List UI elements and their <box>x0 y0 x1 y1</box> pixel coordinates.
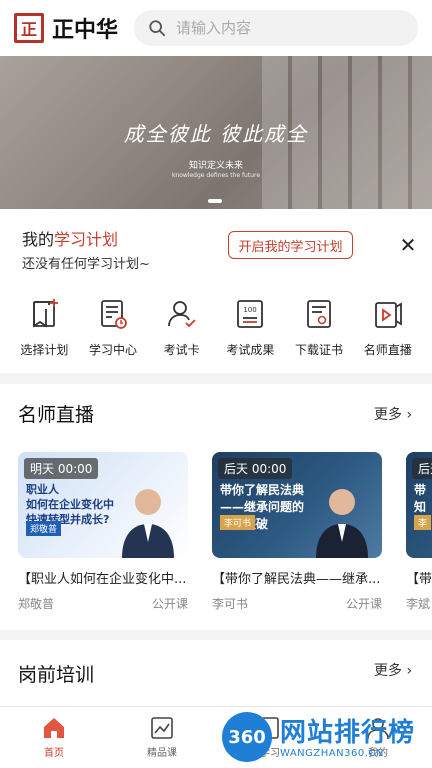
live-card-title: 【带 <box>406 572 432 587</box>
course-type: 公开课 <box>345 597 382 611</box>
banner-subtitle: 知识定义未来 <box>188 161 243 171</box>
section-title: 岗前培训 <box>18 664 95 686</box>
course-type: 公开课 <box>151 597 188 611</box>
teacher-tag: 李可书 <box>220 515 256 530</box>
watermark-text: 网站排行榜 <box>280 718 416 748</box>
live-card[interactable]: 明天 00:00 职业人 如何在企业变化中 快速转型并成长? 郑敬普 【职业人如何在… <box>18 452 188 612</box>
banner-subtitle-en: knowledge defines the future <box>171 172 261 179</box>
plan-title-prefix: 我的 <box>22 230 55 249</box>
search-bar[interactable] <box>134 10 418 46</box>
live-card-meta: 郑敬普 公开课 <box>18 595 188 612</box>
live-section: 名师直播 更多 › 明天 00:00 职业人 如何在企业变化中 快速转型并成长? 郑… <box>0 384 432 630</box>
more-label: 更多 <box>374 407 402 423</box>
thumb-line: 带 <box>414 483 427 497</box>
study-plan-card: 我的学习计划 还没有任何学习计划~ 开启我的学习计划 ✕ <box>0 209 432 283</box>
exam-result-icon: 100 <box>237 300 264 328</box>
search-input[interactable] <box>176 19 377 37</box>
app-name: 正中华 <box>52 18 119 43</box>
live-thumbnail[interactable]: 明天 00:00 职业人 如何在企业变化中 快速转型并成长? 郑敬普 <box>18 452 188 558</box>
teacher-name: 李斌 <box>406 597 431 611</box>
thumb-line: 知 <box>414 500 427 514</box>
action-label: 选择计划 <box>20 343 69 357</box>
action-live[interactable]: 名师直播 <box>353 283 422 373</box>
teacher-name: 郑敬普 <box>18 597 55 611</box>
thumbnail-text: 带知 <box>414 482 426 516</box>
logo-glyph: 正 <box>20 20 37 39</box>
live-card-title: 【带你了解民法典——继承... <box>212 572 381 587</box>
time-badge: 明天 00:00 <box>24 458 99 479</box>
thumb-line: 如何在企业变化中 <box>26 498 114 511</box>
training-section: 岗前培训 更多 › <box>0 640 432 706</box>
tab-label: 精品课 <box>147 748 177 759</box>
tab-home[interactable]: 首页 <box>0 707 108 768</box>
svg-text:100: 100 <box>244 306 257 314</box>
plan-add-icon <box>33 299 59 328</box>
action-exam-result[interactable]: 100 考试成果 <box>216 283 285 373</box>
teacher-photo <box>122 489 174 558</box>
live-thumbnail[interactable]: 后天 带知 李 <box>406 452 432 558</box>
live-card-meta: 李斌 <box>406 595 432 612</box>
plan-title-highlight: 学习计划 <box>54 230 119 249</box>
teacher-tag: 郑敬普 <box>26 521 62 536</box>
chevron-right-icon: › <box>406 407 413 423</box>
live-card-title: 【职业人如何在企业变化中... <box>18 572 187 587</box>
time-badge: 后天 00:00 <box>218 458 293 479</box>
more-link[interactable]: 更多 › <box>374 660 412 680</box>
more-label: 更多 <box>374 663 402 679</box>
thumb-line: ——继承问题的 <box>220 500 305 514</box>
watermark-logo: 360 网站排行榜 WANGZHAN360.CN <box>218 708 432 768</box>
section-title: 名师直播 <box>18 404 95 426</box>
chevron-right-icon: › <box>406 663 413 679</box>
banner-headline: 成全彼此 彼此成全 <box>123 122 309 146</box>
app-header: 正 正中华 <box>0 0 432 56</box>
live-card-meta: 李可书 公开课 <box>212 595 382 612</box>
plan-subtitle: 还没有任何学习计划~ <box>22 257 150 272</box>
logo-icon: 正 <box>14 13 44 43</box>
action-label: 名师直播 <box>363 343 412 357</box>
live-icon <box>374 302 402 328</box>
tab-course[interactable]: 精品课 <box>108 707 216 768</box>
action-label: 考试卡 <box>163 343 200 357</box>
live-card[interactable]: 后天 带知 李 【带 李斌 <box>406 452 432 612</box>
hero-banner[interactable]: 成全彼此 彼此成全 知识定义未来 knowledge defines the f… <box>0 56 432 209</box>
action-select-plan[interactable]: 选择计划 <box>10 283 79 373</box>
course-icon <box>151 717 173 739</box>
teacher-photo <box>316 489 368 558</box>
action-study-center[interactable]: 学习中心 <box>79 283 148 373</box>
certificate-icon <box>307 300 331 328</box>
plan-title: 我的学习计划 <box>22 226 118 250</box>
action-label: 下载证书 <box>295 343 344 357</box>
teacher-name: 李可书 <box>212 597 249 611</box>
watermark-url: WANGZHAN360.CN <box>280 748 384 759</box>
close-icon[interactable]: ✕ <box>398 235 418 255</box>
action-label: 学习中心 <box>89 343 138 357</box>
live-card-list[interactable]: 明天 00:00 职业人 如何在企业变化中 快速转型并成长? 郑敬普 【职业人如何在… <box>18 452 432 630</box>
action-exam-card[interactable]: 考试卡 <box>147 283 216 373</box>
search-icon <box>149 20 166 37</box>
thumb-line: 职业人 <box>26 483 59 496</box>
watermark-badge: 360 <box>222 712 272 762</box>
time-badge: 后天 <box>412 458 432 479</box>
action-download-certificate[interactable]: 下载证书 <box>285 283 354 373</box>
study-center-icon <box>101 300 127 329</box>
home-icon <box>44 718 64 738</box>
live-thumbnail[interactable]: 后天 00:00 带你了解民法典——继承问题的重大突破 李可书 <box>212 452 382 558</box>
carousel-indicator[interactable] <box>208 199 222 203</box>
start-plan-button[interactable]: 开启我的学习计划 <box>228 231 353 259</box>
action-label: 考试成果 <box>226 343 275 357</box>
live-card[interactable]: 后天 00:00 带你了解民法典——继承问题的重大突破 李可书 【带你了解民法典… <box>212 452 382 612</box>
teacher-tag: 李 <box>414 515 432 530</box>
more-link[interactable]: 更多 › <box>374 404 412 424</box>
quick-actions: 选择计划 学习中心 考试卡 100 考试成果 下载证书 名师直播 <box>0 283 432 373</box>
exam-card-icon <box>167 301 196 328</box>
tab-label: 首页 <box>44 748 64 759</box>
thumb-line: 带你了解民法典 <box>220 483 305 497</box>
